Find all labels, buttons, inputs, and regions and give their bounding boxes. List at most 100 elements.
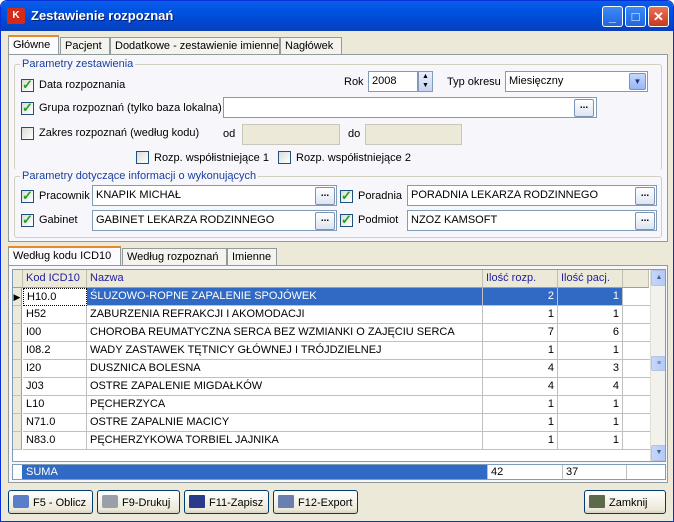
podmiot-field[interactable]: NZOZ KAMSOFT (407, 210, 657, 231)
cell-kod[interactable]: L10 (23, 396, 87, 414)
drukuj-button[interactable]: F9-Drukuj (97, 490, 180, 514)
tab-pacjent[interactable]: Pacjent (60, 37, 110, 55)
cell-nazwa[interactable]: PĘCHERZYCA (87, 396, 483, 414)
chevron-down-icon[interactable]: ▼ (629, 73, 646, 90)
cell-kod[interactable]: I00 (23, 324, 87, 342)
col-header-kod[interactable]: Kod ICD10 (23, 270, 87, 288)
table-row[interactable]: N83.0 PĘCHERZYKOWA TORBIEL JAJNIKA 1 1 (13, 432, 650, 450)
cell-ilosc-rozp[interactable]: 7 (483, 324, 558, 342)
poradnia-field[interactable]: PORADNIA LEKARZA RODZINNEGO (407, 185, 657, 206)
cell-ilosc-pacj[interactable]: 4 (558, 378, 623, 396)
grupa-browse-button[interactable]: ... (574, 99, 594, 117)
cell-kod[interactable]: N83.0 (23, 432, 87, 450)
tab-glowne[interactable]: Główne (8, 35, 59, 56)
oblicz-button[interactable]: F5 - Oblicz (8, 490, 93, 514)
cell-ilosc-rozp[interactable]: 4 (483, 378, 558, 396)
data-rozpoznania-checkbox[interactable] (21, 77, 34, 93)
poradnia-checkbox[interactable] (340, 188, 353, 204)
cell-ilosc-rozp[interactable]: 1 (483, 396, 558, 414)
cell-nazwa[interactable]: WADY ZASTAWEK TĘTNICY GŁÓWNEJ I TRÓJDZIE… (87, 342, 483, 360)
wspol2-checkbox[interactable] (278, 151, 291, 164)
grupa-field[interactable] (223, 97, 597, 118)
poradnia-browse-button[interactable]: ... (635, 187, 655, 205)
tab-dodatkowe[interactable]: Dodatkowe - zestawienie imienne (110, 37, 280, 55)
cell-ilosc-pacj[interactable]: 6 (558, 324, 623, 342)
table-row[interactable]: L10 PĘCHERZYCA 1 1 (13, 396, 650, 414)
cell-kod[interactable]: J03 (23, 378, 87, 396)
podmiot-label: Podmiot (358, 214, 399, 226)
zamknij-button[interactable]: Zamknij (584, 490, 666, 514)
title-bar[interactable]: K Zestawienie rozpoznań _ □ ✕ (1, 1, 673, 31)
scroll-down-icon[interactable]: ▼ (651, 445, 665, 461)
cell-ilosc-rozp[interactable]: 1 (483, 432, 558, 450)
cell-ilosc-pacj[interactable]: 1 (558, 432, 623, 450)
gabinet-browse-button[interactable]: ... (315, 212, 335, 230)
scroll-thumb[interactable]: ≡ (651, 356, 665, 371)
cell-kod[interactable]: N71.0 (23, 414, 87, 432)
zakres-od-field[interactable] (242, 124, 340, 145)
maximize-button[interactable]: □ (625, 6, 646, 27)
minimize-button[interactable]: _ (602, 6, 623, 27)
wspol1-checkbox[interactable] (136, 151, 149, 164)
rok-field[interactable]: 2008 (368, 71, 418, 92)
cell-ilosc-pacj[interactable]: 1 (558, 288, 623, 306)
tab-wedlug-rozpoznan[interactable]: Według rozpoznań (122, 248, 227, 266)
pracownik-checkbox[interactable] (21, 188, 34, 204)
cell-nazwa[interactable]: ZABURZENIA REFRAKCJI I AKOMODACJI (87, 306, 483, 324)
gabinet-field[interactable]: GABINET LEKARZA RODZINNEGO (92, 210, 337, 231)
cell-ilosc-rozp[interactable]: 1 (483, 414, 558, 432)
pracownik-field[interactable]: KNAPIK MICHAŁ (92, 185, 337, 206)
table-row[interactable]: N71.0 OSTRE ZAPALNIE MACICY 1 1 (13, 414, 650, 432)
gabinet-checkbox[interactable] (21, 212, 34, 228)
row-filler (623, 306, 650, 324)
table-row[interactable]: I08.2 WADY ZASTAWEK TĘTNICY GŁÓWNEJ I TRÓ… (13, 342, 650, 360)
zakres-do-field[interactable] (365, 124, 462, 145)
cell-ilosc-pacj[interactable]: 1 (558, 342, 623, 360)
cell-nazwa[interactable]: DUSZNICA BOLESNA (87, 360, 483, 378)
cell-nazwa[interactable]: PĘCHERZYKOWA TORBIEL JAJNIKA (87, 432, 483, 450)
cell-nazwa[interactable]: OSTRE ZAPALNIE MACICY (87, 414, 483, 432)
col-header-ilosc-pacj[interactable]: Ilość pacj. (558, 270, 623, 288)
close-button[interactable]: ✕ (648, 6, 669, 27)
table-row[interactable]: J03 OSTRE ZAPALENIE MIGDAŁKÓW 4 4 (13, 378, 650, 396)
tab-naglowek[interactable]: Nagłówek (280, 37, 342, 55)
tab-imienne[interactable]: Imienne (227, 248, 277, 266)
export-button[interactable]: F12-Export (273, 490, 358, 514)
cell-kod[interactable]: H10.0 (23, 288, 87, 306)
table-row[interactable]: H52 ZABURZENIA REFRAKCJI I AKOMODACJI 1 1 (13, 306, 650, 324)
vertical-scrollbar[interactable]: ▲ ≡ ▼ (650, 270, 665, 461)
cell-ilosc-rozp[interactable]: 2 (483, 288, 558, 306)
cell-ilosc-rozp[interactable]: 1 (483, 342, 558, 360)
col-header-nazwa[interactable]: Nazwa (87, 270, 483, 288)
cell-nazwa[interactable]: CHOROBA REUMATYCZNA SERCA BEZ WZMIANKI O… (87, 324, 483, 342)
table-row[interactable]: I20 DUSZNICA BOLESNA 4 3 (13, 360, 650, 378)
result-tabs: Według kodu ICD10 Według rozpoznań Imien… (8, 246, 668, 267)
rok-spinner[interactable]: ▲ ▼ (418, 71, 433, 92)
results-grid[interactable]: Kod ICD10 Nazwa Ilość rozp. Ilość pacj. … (12, 269, 666, 462)
cell-ilosc-rozp[interactable]: 4 (483, 360, 558, 378)
zakres-checkbox[interactable] (21, 127, 34, 140)
podmiot-browse-button[interactable]: ... (635, 212, 655, 230)
cell-kod[interactable]: I20 (23, 360, 87, 378)
spin-up-icon[interactable]: ▲ (419, 72, 432, 81)
tab-wedlug-kodu[interactable]: Według kodu ICD10 (8, 246, 121, 267)
scroll-up-icon[interactable]: ▲ (651, 270, 665, 286)
podmiot-checkbox[interactable] (340, 212, 353, 228)
spin-down-icon[interactable]: ▼ (419, 81, 432, 90)
grupa-checkbox[interactable] (21, 100, 34, 116)
cell-kod[interactable]: I08.2 (23, 342, 87, 360)
table-row[interactable]: ▶ H10.0 ŚLUZOWO-ROPNE ZAPALENIE SPOJÓWEK 2 1 (13, 288, 650, 306)
cell-ilosc-pacj[interactable]: 1 (558, 396, 623, 414)
table-row[interactable]: I00 CHOROBA REUMATYCZNA SERCA BEZ WZMIANK… (13, 324, 650, 342)
typ-okresu-select[interactable]: Miesięczny (505, 71, 648, 92)
cell-ilosc-pacj[interactable]: 1 (558, 306, 623, 324)
cell-ilosc-rozp[interactable]: 1 (483, 306, 558, 324)
cell-kod[interactable]: H52 (23, 306, 87, 324)
pracownik-browse-button[interactable]: ... (315, 187, 335, 205)
cell-ilosc-pacj[interactable]: 3 (558, 360, 623, 378)
cell-nazwa[interactable]: ŚLUZOWO-ROPNE ZAPALENIE SPOJÓWEK (87, 288, 483, 306)
col-header-ilosc-rozp[interactable]: Ilość rozp. (483, 270, 558, 288)
zapisz-button[interactable]: F11-Zapisz (184, 490, 269, 514)
cell-nazwa[interactable]: OSTRE ZAPALENIE MIGDAŁKÓW (87, 378, 483, 396)
cell-ilosc-pacj[interactable]: 1 (558, 414, 623, 432)
